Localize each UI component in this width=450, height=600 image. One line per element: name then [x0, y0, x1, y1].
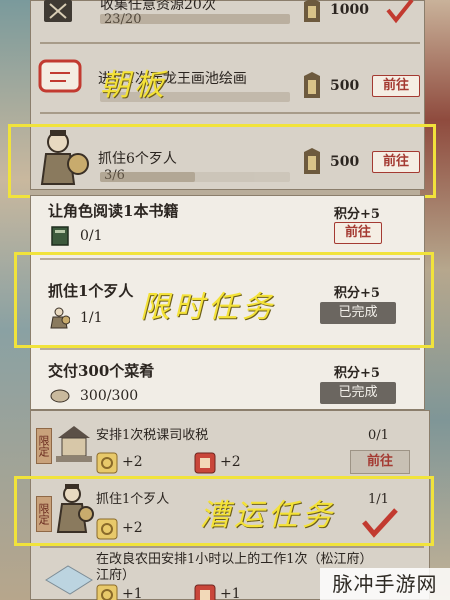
- progress-bar: [100, 14, 290, 24]
- coin-reward-icon: [96, 452, 118, 474]
- task-title: 安排1次税课司收税: [96, 428, 209, 443]
- seal-reward-icon: [194, 452, 216, 474]
- row-divider: [40, 112, 420, 114]
- reward-value: 500: [330, 78, 360, 94]
- section-label-canal: 漕运任务: [200, 498, 336, 533]
- task-count: 0/1: [368, 428, 389, 443]
- points-value: 积分+5: [334, 286, 380, 301]
- farmland-icon: [44, 560, 94, 596]
- task-progress: 1/1: [80, 310, 103, 326]
- completed-check-icon: [360, 508, 400, 542]
- completed-button: 已完成: [320, 302, 396, 324]
- reward-value: +2: [220, 454, 241, 470]
- tablet-reward-icon: [300, 148, 324, 176]
- constable-avatar-icon: [34, 128, 90, 192]
- go-button[interactable]: 前往: [372, 75, 420, 97]
- tax-office-icon: [54, 422, 94, 466]
- dish-icon: [50, 386, 70, 404]
- task-title: 抓住1个歹人: [48, 282, 134, 300]
- coin-reward-icon: [96, 518, 118, 540]
- reward-value: +2: [122, 520, 143, 536]
- scroll-plaque-icon: [40, 0, 80, 24]
- section-label-limited: 限时任务: [140, 290, 276, 325]
- task-title: 让角色阅读1本书籍: [48, 202, 179, 220]
- points-value: 积分+5: [334, 366, 380, 381]
- task-title: 在改良农田安排1小时以上的工作1次（松江府）: [96, 552, 366, 567]
- task-progress: 0/1: [80, 228, 103, 244]
- go-button[interactable]: 前往: [372, 151, 420, 173]
- go-button[interactable]: 前往: [350, 450, 410, 474]
- reward-value: +1: [122, 586, 143, 600]
- tablet-reward-icon: [300, 0, 324, 24]
- reward-value: 1000: [330, 2, 369, 18]
- task-title: 交付300个菜肴: [48, 362, 155, 380]
- limited-tag: 限定: [36, 496, 52, 532]
- task-count: 1/1: [368, 492, 389, 507]
- go-button[interactable]: 前往: [334, 222, 382, 244]
- task-title: 抓住1个歹人: [96, 492, 170, 507]
- progress-bar: [100, 172, 290, 182]
- reward-value: +2: [122, 454, 143, 470]
- points-value: 积分+5: [334, 207, 380, 222]
- reward-value: 500: [330, 154, 360, 170]
- completed-check-icon: [384, 0, 416, 28]
- painting-scroll-icon: [36, 55, 86, 99]
- tablet-reward-icon: [300, 72, 324, 100]
- completed-button: 已完成: [320, 382, 396, 404]
- task-title-line2: 江府）: [96, 568, 136, 583]
- task-title: 抓住6个歹人: [98, 151, 177, 167]
- book-icon: [50, 225, 70, 247]
- coin-reward-icon: [96, 584, 118, 600]
- task-progress: 300/300: [80, 388, 139, 404]
- constable-avatar-icon: [54, 482, 94, 538]
- constable-small-icon: [50, 306, 71, 330]
- row-divider: [40, 42, 420, 44]
- row-divider: [40, 348, 420, 350]
- reward-value: +1: [220, 586, 241, 600]
- limited-tag: 限定: [36, 428, 52, 464]
- site-watermark: 脉冲手游网: [320, 568, 450, 600]
- seal-reward-icon: [194, 584, 216, 600]
- section-label-daily: 朝板: [100, 68, 168, 103]
